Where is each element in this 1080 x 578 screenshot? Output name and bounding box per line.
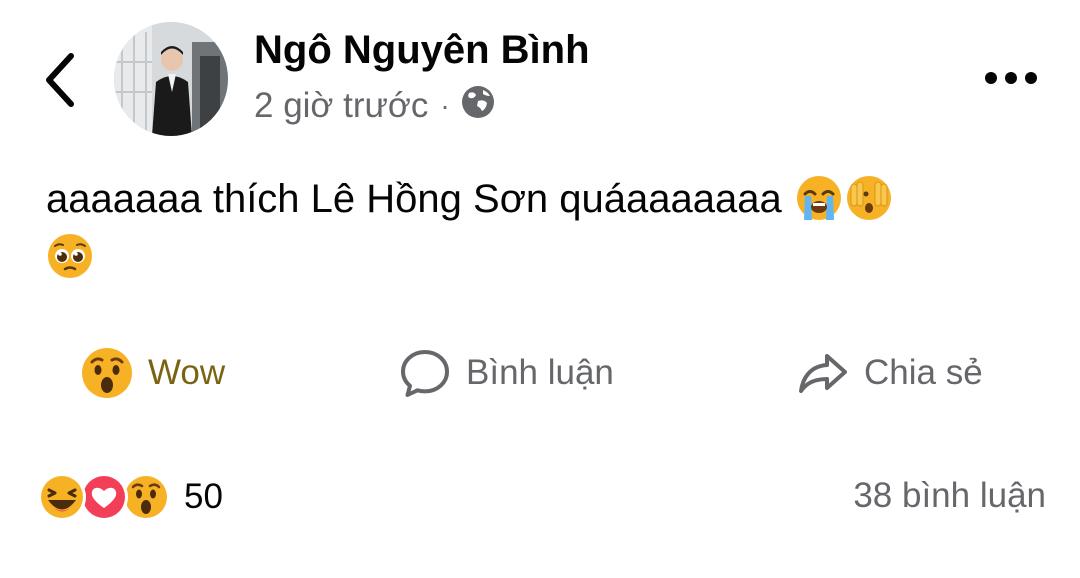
comment-label: Bình luận: [466, 353, 614, 392]
comment-icon: [398, 346, 452, 400]
reactions-stack[interactable]: 50: [38, 472, 223, 522]
share-button[interactable]: Chia sẻ: [796, 340, 983, 406]
back-button[interactable]: [32, 44, 88, 116]
avatar[interactable]: [114, 22, 228, 136]
chevron-left-icon: [46, 53, 74, 107]
pleading-face-icon: [46, 232, 94, 280]
author-name[interactable]: Ngô Nguyên Bình: [254, 24, 590, 76]
reaction-count: 50: [184, 477, 223, 516]
love-icon: [80, 473, 128, 521]
more-options-button[interactable]: [976, 58, 1046, 98]
haha-icon: [38, 473, 86, 521]
hand-over-mouth-face-icon: [845, 174, 893, 222]
share-label: Chia sẻ: [864, 353, 983, 392]
post-meta: 2 giờ trước ·: [254, 82, 496, 130]
post-time[interactable]: 2 giờ trước: [254, 86, 428, 126]
more-dots-icon: [985, 72, 1037, 84]
wow-icon: [80, 346, 134, 400]
reaction-label: Wow: [148, 353, 226, 392]
reaction-summary: 50 38 bình luận: [0, 466, 1080, 526]
meta-separator: ·: [440, 90, 450, 121]
share-icon: [796, 346, 850, 400]
globe-icon: [460, 84, 496, 129]
loudly-crying-face-icon: [795, 174, 843, 222]
comment-button[interactable]: Bình luận: [398, 340, 614, 406]
action-bar: Wow Bình luận Chia sẻ: [0, 340, 1080, 406]
post-text-content: aaaaaaa thích Lê Hồng Sơn quáaaaaaaa: [46, 177, 782, 221]
post-text: aaaaaaa thích Lê Hồng Sơn quáaaaaaaa: [46, 170, 1036, 286]
reaction-button[interactable]: Wow: [80, 340, 225, 406]
comment-count[interactable]: 38 bình luận: [853, 476, 1046, 516]
avatar-photo: [114, 22, 228, 136]
wow-icon: [122, 473, 170, 521]
